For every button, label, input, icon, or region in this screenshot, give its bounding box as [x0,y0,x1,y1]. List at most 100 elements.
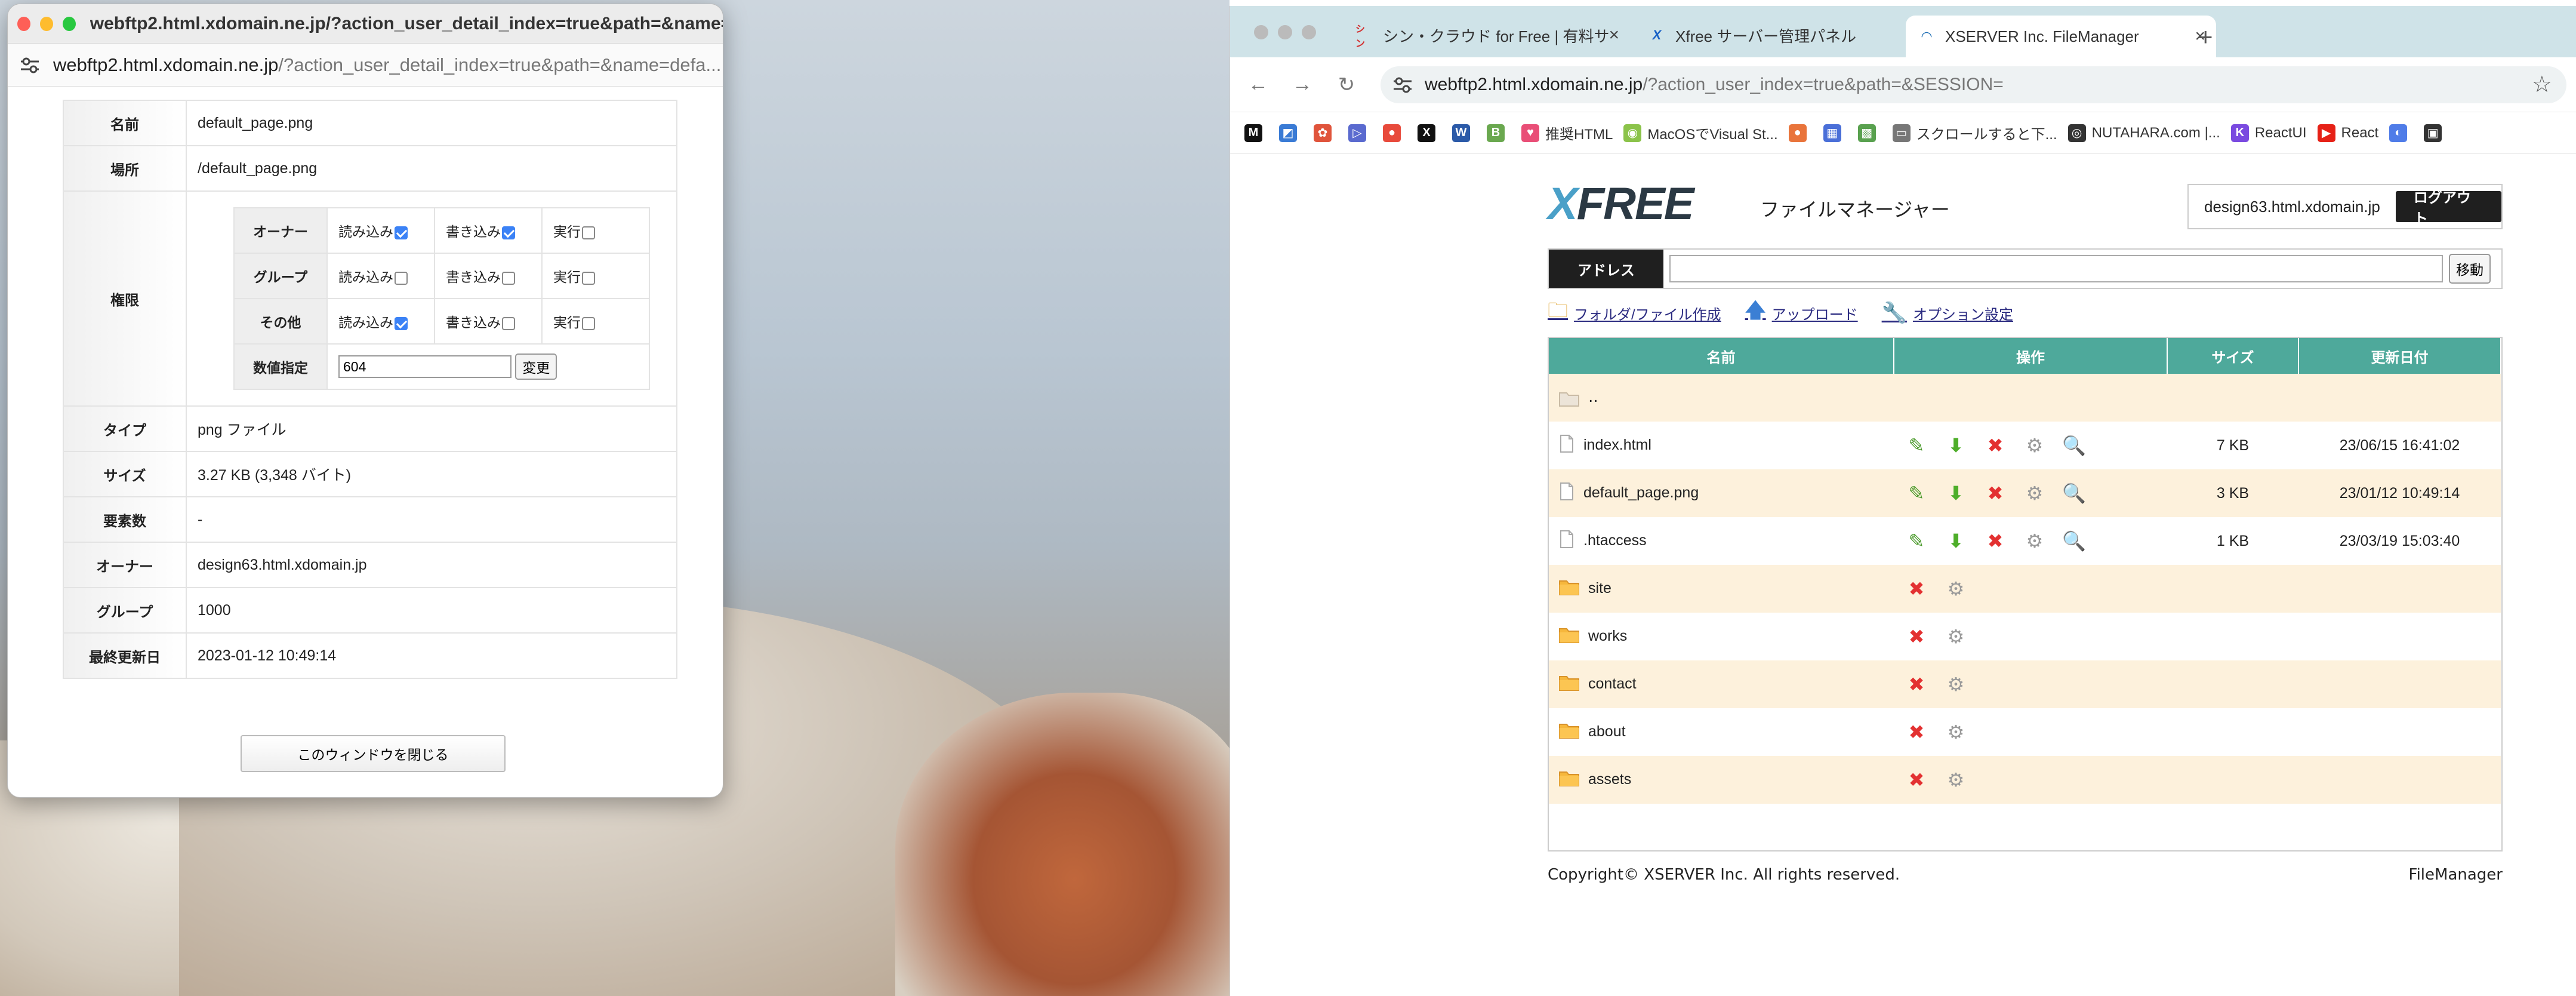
move-button[interactable]: 移動 [2449,254,2491,284]
bookmark-item[interactable]: ▶ React [2317,124,2378,142]
bookmark-item[interactable]: K ReactUI [2230,124,2307,142]
close-window-button[interactable]: このウィンドウを閉じる [241,735,506,772]
settings-gear-icon[interactable]: ⚙ [1944,768,1968,791]
parent-dir-row[interactable]: ‥ [1549,374,2501,422]
bookmark-item[interactable]: ▩ [1857,124,1882,142]
settings-gear-icon[interactable]: ⚙ [1944,673,1968,696]
settings-gear-icon[interactable]: ⚙ [2023,482,2047,505]
bookmark-item[interactable]: ▷ [1348,124,1372,142]
download-arrow-icon[interactable]: ⬇ [1944,482,1968,505]
path-input[interactable] [1669,255,2443,282]
bookmark-item[interactable]: ◉ MacOSでVisual St... [1623,122,1778,143]
bookmark-item[interactable]: ▣ [2424,124,2448,142]
popup-title-bar[interactable]: webftp2.html.xdomain.ne.jp/?action_user_… [8,4,723,44]
close-tab-icon[interactable]: × [1609,25,1619,45]
bookmark-item[interactable]: ● [1788,124,1813,142]
delete-x-icon[interactable]: ✖ [1983,434,2007,457]
edit-pencil-icon[interactable]: ✎ [1905,530,1928,552]
upload-link[interactable]: 🡅 アップロード [1745,296,1858,330]
tab-filemanager-active[interactable]: ◠ XSERVER Inc. FileManager × [1906,16,2216,57]
group-exec-checkbox[interactable] [582,271,595,285]
folder-row[interactable]: site ✖ ⚙ [1549,565,2501,613]
other-exec-checkbox[interactable] [582,316,595,330]
delete-x-icon[interactable]: ✖ [1905,673,1928,696]
view-magnifier-icon[interactable]: 🔍 [2062,482,2086,505]
owner-exec-checkbox[interactable] [582,226,595,239]
zoom-window-icon[interactable] [1302,25,1316,39]
folder-row[interactable]: assets ✖ ⚙ [1549,756,2501,804]
tab-shin-cloud[interactable]: シン シン・クラウド for Free | 有料サ × [1344,16,1630,55]
logout-button[interactable]: ログアウト [2395,190,2501,227]
create-link[interactable]: 🗀 フォルダ/ファイル作成 [1548,296,1721,330]
file-row[interactable]: index.html ✎ ⬇ ✖ ⚙ 🔍 7 KB 23/06/15 16:41:02 [1549,422,2501,469]
bookmark-star-icon[interactable]: ☆ [2532,71,2552,98]
download-arrow-icon[interactable]: ⬇ [1944,434,1968,457]
folder-name[interactable]: site [1588,580,1611,597]
site-settings-icon[interactable] [20,56,40,74]
file-name[interactable]: index.html [1583,436,1651,453]
bookmark-item[interactable]: ◐ [2389,124,2413,142]
reload-icon[interactable]: ↻ [1336,73,1357,97]
tab-xfree-panel[interactable]: X Xfree サーバー管理パネル × [1636,16,1946,55]
bookmark-item[interactable]: X [1418,124,1441,142]
bookmark-item[interactable]: ◩ [1279,124,1303,142]
bookmark-item[interactable]: B [1487,124,1511,142]
settings-gear-icon[interactable]: ⚙ [1944,577,1968,600]
delete-x-icon[interactable]: ✖ [1983,482,2007,505]
edit-pencil-icon[interactable]: ✎ [1905,434,1928,457]
zoom-window-icon[interactable] [62,16,76,31]
popup-url-bar[interactable]: webftp2.html.xdomain.ne.jp/?action_user_… [8,44,723,87]
owner-write-checkbox[interactable] [502,226,515,239]
address-bar[interactable]: webftp2.html.xdomain.ne.jp/?action_user_… [1381,66,2566,103]
bookmark-item[interactable]: ▦ [1823,124,1847,142]
other-read-checkbox[interactable] [395,316,408,330]
col-name-header[interactable]: 名前 [1549,338,1894,374]
col-size-header[interactable]: サイズ [2167,338,2299,374]
bookmark-item[interactable]: W [1452,124,1476,142]
settings-gear-icon[interactable]: ⚙ [2023,434,2047,457]
delete-x-icon[interactable]: ✖ [1905,768,1928,791]
file-name[interactable]: .htaccess [1583,532,1647,549]
site-settings-icon[interactable] [1392,76,1413,94]
bookmark-item[interactable]: ◎ NUTAHARA.com |... [2067,124,2220,142]
folder-name[interactable]: about [1588,723,1626,740]
folder-row[interactable]: about ✖ ⚙ [1549,708,2501,756]
edit-pencil-icon[interactable]: ✎ [1905,482,1928,505]
owner-read-checkbox[interactable] [395,226,408,239]
folder-row[interactable]: works ✖ ⚙ [1549,613,2501,660]
settings-gear-icon[interactable]: ⚙ [1944,721,1968,743]
bookmark-item[interactable]: ♥ 推奨HTML [1521,122,1613,143]
bookmark-item[interactable]: ● [1383,124,1407,142]
delete-x-icon[interactable]: ✖ [1983,530,2007,552]
forward-arrow-icon[interactable]: → [1292,73,1312,96]
folder-name[interactable]: assets [1588,771,1631,788]
delete-x-icon[interactable]: ✖ [1905,577,1928,600]
close-window-icon[interactable] [1254,25,1268,39]
file-name[interactable]: default_page.png [1583,484,1699,501]
view-magnifier-icon[interactable]: 🔍 [2062,530,2086,552]
delete-x-icon[interactable]: ✖ [1905,625,1928,648]
options-link[interactable]: 🔧 オプション設定 [1882,301,2013,325]
minimize-window-icon[interactable] [39,16,53,31]
view-magnifier-icon[interactable]: 🔍 [2062,434,2086,457]
back-arrow-icon[interactable]: ← [1248,73,1268,96]
file-row[interactable]: .htaccess ✎ ⬇ ✖ ⚙ 🔍 1 KB 23/03/19 15:03:40 [1549,517,2501,565]
numeric-permission-input[interactable] [338,355,511,378]
delete-x-icon[interactable]: ✖ [1905,721,1928,743]
minimize-window-icon[interactable] [1278,25,1292,39]
close-window-icon[interactable] [17,16,30,31]
folder-name[interactable]: contact [1588,675,1637,692]
group-read-checkbox[interactable] [395,271,408,285]
change-permission-button[interactable]: 変更 [515,353,557,380]
folder-row[interactable]: contact ✖ ⚙ [1549,660,2501,708]
settings-gear-icon[interactable]: ⚙ [2023,530,2047,552]
col-date-header[interactable]: 更新日付 [2298,338,2501,374]
bookmark-item[interactable]: ▭ スクロールすると下... [1892,122,2057,143]
group-write-checkbox[interactable] [502,271,515,285]
download-arrow-icon[interactable]: ⬇ [1944,530,1968,552]
other-write-checkbox[interactable] [502,316,515,330]
folder-name[interactable]: works [1588,628,1627,644]
file-row[interactable]: default_page.png ✎ ⬇ ✖ ⚙ 🔍 3 KB 23/01/12 10:49:… [1549,469,2501,517]
bookmark-item[interactable]: ✿ [1314,124,1338,142]
new-tab-icon[interactable]: + [2198,23,2213,51]
